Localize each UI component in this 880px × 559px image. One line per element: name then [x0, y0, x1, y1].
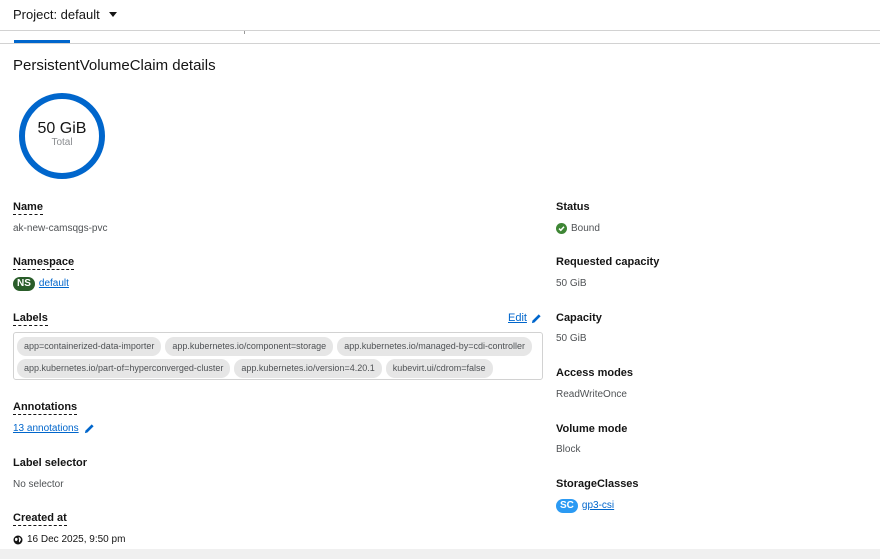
label-chip: app.kubernetes.io/managed-by=cdi-control… — [337, 337, 533, 356]
name-value: ak-new-camsqgs-pvc — [13, 223, 108, 234]
annotations-value: 13 annotations — [13, 423, 95, 434]
capacity-value: 50 GiB — [556, 333, 587, 344]
labels-box: app=containerized-data-importer app.kube… — [13, 332, 543, 380]
caret-down-icon — [108, 12, 117, 17]
status-text: Bound — [571, 223, 600, 234]
status-value: Bound — [556, 223, 600, 234]
storage-class-badge: SC — [556, 499, 578, 513]
created-at-term[interactable]: Created at — [13, 512, 67, 526]
namespace-badge: NS — [13, 277, 35, 291]
label-selector-value: No selector — [13, 479, 64, 490]
capacity-term: Capacity — [556, 312, 602, 324]
requested-capacity-term: Requested capacity — [556, 256, 659, 268]
namespace-label: Namespace — [13, 256, 75, 270]
tab-details-active-indicator[interactable] — [14, 40, 70, 43]
pencil-icon — [531, 313, 541, 323]
labels-term[interactable]: Labels — [13, 312, 48, 326]
project-selector[interactable]: Project: default — [13, 7, 117, 22]
requested-capacity-label: Requested capacity — [556, 256, 660, 268]
project-bar: Project: default — [0, 0, 880, 31]
labels-label: Labels — [13, 312, 48, 326]
annotations-label: Annotations — [13, 401, 78, 415]
volume-mode-label: Volume mode — [556, 423, 628, 435]
globe-icon — [13, 535, 23, 544]
edit-labels-button[interactable]: Edit — [508, 312, 542, 324]
created-at-text: 16 Dec 2025, 9:50 pm — [27, 534, 126, 545]
label-chip: kubevirt.ui/cdrom=false — [385, 359, 493, 378]
namespace-term[interactable]: Namespace — [13, 256, 75, 270]
storage-classes-value: SC gp3-csi — [556, 499, 614, 513]
name-label: Name — [13, 201, 43, 215]
donut-value: 50 GiB — [37, 120, 87, 137]
tab-bar — [0, 31, 880, 44]
label-selector-label: Label selector — [13, 457, 87, 469]
status-term: Status — [556, 201, 590, 213]
edit-labels-label: Edit — [508, 312, 527, 324]
namespace-link[interactable]: default — [39, 278, 69, 289]
status-label: Status — [556, 201, 590, 213]
capacity-donut-chart: 50 GiB Total — [17, 91, 107, 181]
label-chip: app=containerized-data-importer — [17, 337, 162, 356]
label-chip: app.kubernetes.io/part-of=hyperconverged… — [17, 359, 231, 378]
page: Project: default PersistentVolumeClaim d… — [0, 0, 880, 549]
label-chip: app.kubernetes.io/component=storage — [165, 337, 334, 356]
access-modes-term: Access modes — [556, 367, 633, 379]
storage-classes-label: StorageClasses — [556, 478, 639, 490]
access-modes-label: Access modes — [556, 367, 634, 379]
label-chip: app.kubernetes.io/version=4.20.1 — [234, 359, 382, 378]
annotations-term[interactable]: Annotations — [13, 401, 78, 415]
label-selector-term: Label selector — [13, 457, 87, 469]
project-selector-label: Project: default — [13, 7, 100, 22]
page-title: PersistentVolumeClaim details — [13, 57, 216, 74]
storage-classes-term: StorageClasses — [556, 478, 639, 490]
storage-class-link[interactable]: gp3-csi — [582, 500, 614, 511]
capacity-label: Capacity — [556, 312, 602, 324]
created-at-label: Created at — [13, 512, 67, 526]
volume-mode-value: Block — [556, 444, 581, 455]
donut-subtitle: Total — [51, 137, 73, 148]
namespace-value: NS default — [13, 277, 69, 291]
annotations-link[interactable]: 13 annotations — [13, 423, 79, 434]
created-at-value: 16 Dec 2025, 9:50 pm — [13, 534, 125, 545]
requested-capacity-value: 50 GiB — [556, 278, 587, 289]
volume-mode-term: Volume mode — [556, 423, 627, 435]
name-term[interactable]: Name — [13, 201, 43, 215]
access-modes-value: ReadWriteOnce — [556, 389, 627, 400]
tab-separator — [244, 31, 245, 34]
pencil-icon[interactable] — [84, 423, 95, 434]
check-circle-icon — [556, 223, 567, 234]
